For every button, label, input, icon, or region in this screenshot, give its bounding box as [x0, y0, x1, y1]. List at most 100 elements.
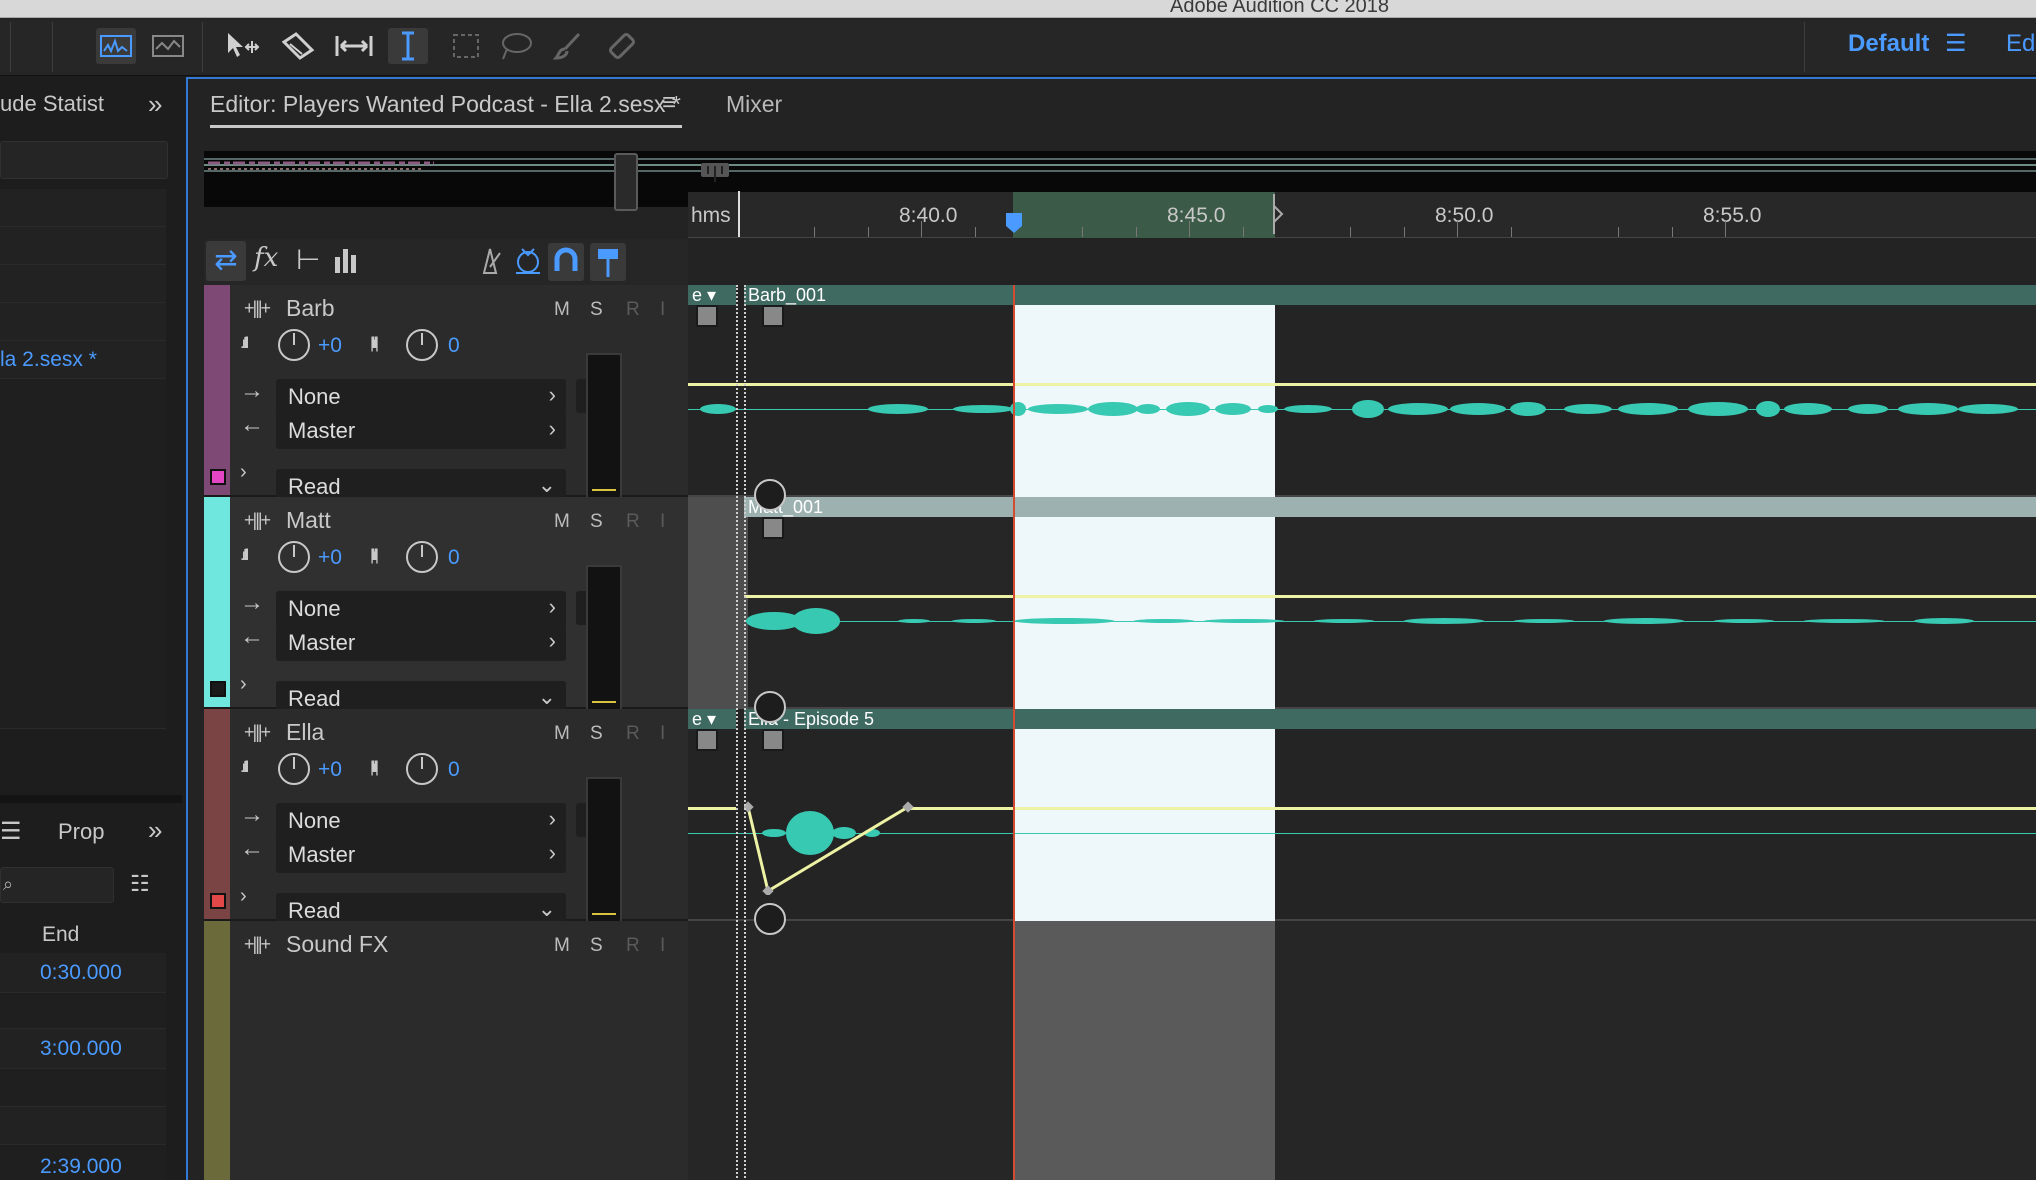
- clip-header-prev[interactable]: e ▾: [688, 709, 736, 729]
- volume-value[interactable]: +0: [318, 334, 342, 358]
- slip-tool-icon[interactable]: [334, 28, 374, 64]
- table-row[interactable]: [0, 1069, 166, 1107]
- time-ruler[interactable]: hms 8:40.0 8:45.0 8:50.0 8:55.0: [688, 191, 2036, 239]
- properties-tab[interactable]: Prop: [58, 819, 104, 845]
- playhead[interactable]: [1013, 285, 1015, 1180]
- fade-in-handle[interactable]: [762, 729, 784, 751]
- volume-envelope[interactable]: [744, 595, 2036, 598]
- output-select[interactable]: Master ›: [276, 413, 566, 449]
- spot-healing-tool-icon[interactable]: [602, 28, 642, 64]
- clip-lock-icon[interactable]: [754, 903, 786, 935]
- track-select-box[interactable]: [210, 893, 226, 909]
- pan-knob[interactable]: [406, 541, 438, 573]
- output-select[interactable]: Master ›: [276, 837, 566, 873]
- pan-value[interactable]: 0: [448, 546, 460, 570]
- table-row[interactable]: 3:00.000: [0, 1029, 166, 1069]
- pan-knob[interactable]: [406, 753, 438, 785]
- inputs-outputs-icon[interactable]: ⇄: [206, 241, 246, 281]
- fade-in-handle[interactable]: [762, 517, 784, 539]
- workspace-edit-tab[interactable]: Edi: [2006, 30, 2036, 58]
- lasso-tool-icon[interactable]: [496, 28, 536, 64]
- eq-icon[interactable]: [334, 247, 358, 278]
- expand-chevron-icon[interactable]: ›: [240, 885, 247, 908]
- panel-expand-icon[interactable]: »: [148, 815, 162, 846]
- table-row[interactable]: 0:30.000: [0, 953, 166, 993]
- list-item[interactable]: [0, 227, 166, 265]
- metronome-icon[interactable]: [476, 247, 504, 280]
- list-item[interactable]: la 2.sesx *: [0, 341, 166, 379]
- workspace-menu-icon[interactable]: ☰: [1945, 29, 1967, 58]
- marquee-tool-icon[interactable]: [446, 28, 486, 64]
- pan-value[interactable]: 0: [448, 334, 460, 358]
- solo-button[interactable]: S: [590, 511, 603, 533]
- mute-button[interactable]: M: [554, 299, 570, 321]
- volume-knob[interactable]: [278, 329, 310, 361]
- track-select-box[interactable]: [210, 469, 226, 485]
- volume-knob[interactable]: [278, 541, 310, 573]
- column-header-end[interactable]: End: [42, 923, 79, 947]
- mute-button[interactable]: M: [554, 935, 570, 957]
- input-monitor-button[interactable]: I: [660, 299, 665, 321]
- record-arm-button[interactable]: R: [626, 723, 640, 745]
- solo-button[interactable]: S: [590, 935, 603, 957]
- track-name[interactable]: Sound FX: [286, 931, 388, 958]
- list-options-icon[interactable]: ☷: [130, 871, 150, 897]
- statistics-tab[interactable]: ude Statist: [0, 91, 104, 117]
- brush-tool-icon[interactable]: [548, 28, 588, 64]
- spectral-view-icon[interactable]: [148, 28, 188, 64]
- fade-out-handle[interactable]: [696, 729, 718, 751]
- workspace-default[interactable]: Default: [1848, 30, 1929, 58]
- fade-out-handle[interactable]: [696, 305, 718, 327]
- input-select[interactable]: None ›: [276, 591, 566, 627]
- tab-menu-icon[interactable]: ≡: [662, 89, 676, 117]
- clip-lock-icon[interactable]: [754, 691, 786, 723]
- fade-in-handle[interactable]: [762, 305, 784, 327]
- record-arm-button[interactable]: R: [626, 511, 640, 533]
- mute-button[interactable]: M: [554, 723, 570, 745]
- marker-icon[interactable]: [590, 243, 626, 281]
- clip-header[interactable]: Ella - Episode 5: [744, 709, 2036, 729]
- output-select[interactable]: Master ›: [276, 625, 566, 661]
- volume-envelope[interactable]: [688, 383, 2036, 386]
- mixer-tab[interactable]: Mixer: [726, 91, 782, 118]
- table-row[interactable]: [0, 993, 166, 1029]
- record-arm-button[interactable]: R: [626, 299, 640, 321]
- clip-header[interactable]: Barb_001: [744, 285, 2036, 305]
- input-monitor-button[interactable]: I: [660, 511, 665, 533]
- time-selection-tool-icon[interactable]: [388, 28, 428, 64]
- clip-header[interactable]: Matt_001: [744, 497, 2036, 517]
- selection-end-handle[interactable]: [1272, 194, 1286, 239]
- pan-value[interactable]: 0: [448, 758, 460, 782]
- volume-value[interactable]: +0: [318, 758, 342, 782]
- volume-knob[interactable]: [278, 753, 310, 785]
- effects-rack-icon[interactable]: fx: [254, 243, 278, 273]
- waveform-view-icon[interactable]: [96, 28, 136, 64]
- input-select[interactable]: None ›: [276, 379, 566, 415]
- panel-menu-icon[interactable]: ☰: [0, 817, 22, 846]
- move-tool-icon[interactable]: [222, 28, 262, 64]
- volume-envelope[interactable]: [908, 807, 2036, 810]
- track-name[interactable]: Barb: [286, 295, 335, 322]
- track-name[interactable]: Ella: [286, 719, 324, 746]
- volume-envelope[interactable]: [688, 807, 736, 810]
- mute-button[interactable]: M: [554, 511, 570, 533]
- pan-knob[interactable]: [406, 329, 438, 361]
- volume-value[interactable]: +0: [318, 546, 342, 570]
- list-item[interactable]: [0, 265, 166, 303]
- solo-button[interactable]: S: [590, 723, 603, 745]
- editor-tab[interactable]: Editor: Players Wanted Podcast - Ella 2.…: [210, 91, 681, 118]
- panel-expand-icon[interactable]: »: [148, 89, 162, 120]
- expand-chevron-icon[interactable]: ›: [240, 673, 247, 696]
- expand-chevron-icon[interactable]: ›: [240, 461, 247, 484]
- session-file-link[interactable]: la 2.sesx *: [0, 348, 97, 372]
- table-row[interactable]: 2:39.000: [0, 1145, 166, 1180]
- input-select[interactable]: None ›: [276, 803, 566, 839]
- search-field[interactable]: [0, 141, 168, 179]
- playhead-handle-icon[interactable]: [1005, 212, 1023, 239]
- filter-field[interactable]: ⌕: [0, 867, 114, 903]
- track-name[interactable]: Matt: [286, 507, 331, 534]
- work-area-marker[interactable]: [738, 191, 740, 237]
- envelope-keyframes[interactable]: [744, 795, 924, 895]
- snapping-icon[interactable]: [548, 243, 584, 281]
- clip-lock-icon[interactable]: [754, 479, 786, 511]
